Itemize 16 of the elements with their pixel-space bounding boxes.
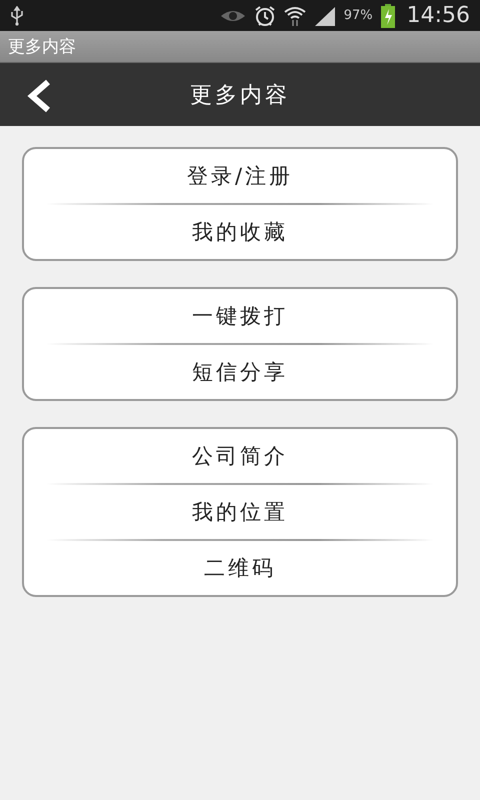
signal-icon	[314, 6, 336, 26]
battery-icon	[380, 4, 395, 28]
menu-item[interactable]: 我的收藏	[24, 205, 456, 259]
app-title: 更多内容	[8, 36, 76, 58]
menu-item[interactable]: 登录/注册	[24, 149, 456, 203]
battery-percent: 97%	[344, 8, 373, 23]
menu-item[interactable]: 我的位置	[24, 485, 456, 539]
menu-item[interactable]: 二维码	[24, 541, 456, 595]
usb-icon	[10, 6, 24, 26]
menu-item[interactable]: 公司简介	[24, 429, 456, 483]
menu-item[interactable]: 一键拨打	[24, 289, 456, 343]
clock-time: 14:56	[406, 3, 470, 28]
alarm-icon	[254, 4, 276, 26]
menu-item[interactable]: 短信分享	[24, 345, 456, 399]
header-title: 更多内容	[190, 82, 290, 110]
wifi-icon	[284, 4, 306, 26]
